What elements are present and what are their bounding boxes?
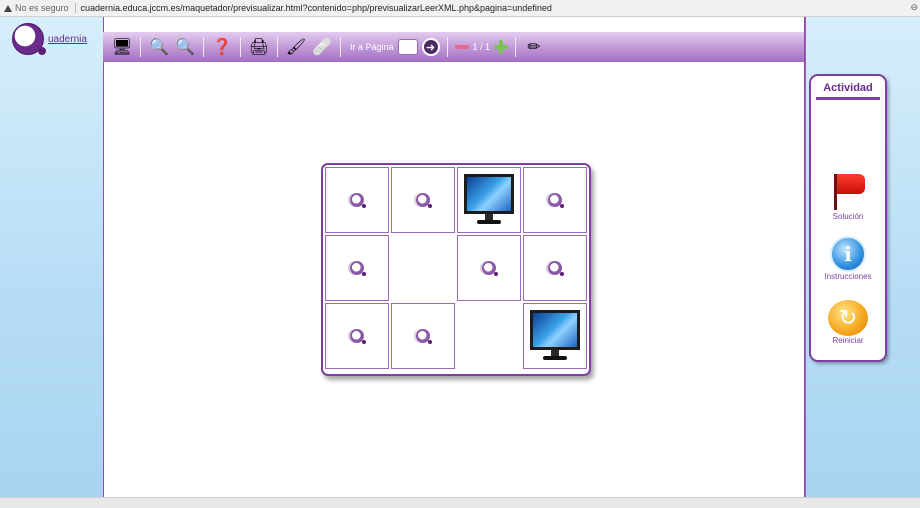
zoom-out-icon[interactable]: 🔍 [174, 36, 196, 58]
solution-label: Solución [832, 212, 864, 221]
edit-icon[interactable]: ✏ [523, 36, 545, 58]
cuadernia-logo-icon [350, 329, 366, 344]
go-arrow-icon[interactable]: ➜ [421, 38, 440, 56]
eraser-icon[interactable]: 🩹 [311, 36, 333, 58]
revealed-card[interactable] [457, 167, 521, 233]
empty-cell [457, 303, 521, 369]
memory-card[interactable] [325, 303, 389, 369]
memory-card[interactable] [457, 235, 521, 301]
activity-title: Actividad [823, 82, 873, 94]
cuadernia-logo-icon [350, 261, 366, 276]
url-text[interactable]: cuadernia.educa.jccm.es/maquetador/previ… [81, 3, 552, 13]
toolbar-separator [140, 37, 141, 57]
page-count: 1 / 1 [472, 42, 491, 52]
restart-button[interactable]: ↻ Reiniciar [811, 300, 885, 345]
memory-board [321, 163, 591, 376]
browser-menu-icon[interactable]: ⊖ [910, 2, 918, 13]
title-underline [816, 97, 880, 100]
warning-icon [4, 4, 12, 12]
left-side-panel [0, 17, 103, 497]
restart-label: Reiniciar [832, 336, 864, 345]
empty-cell [391, 235, 455, 301]
print-icon[interactable]: 🖨 [248, 36, 270, 58]
toolbar-separator [203, 37, 204, 57]
instructions-label: Instrucciones [824, 272, 872, 281]
memory-card[interactable] [391, 303, 455, 369]
cuadernia-logo-icon [548, 261, 564, 276]
memory-card[interactable] [391, 167, 455, 233]
goto-page-label: Ir a Página [350, 42, 394, 52]
reset-arrow-icon: ↻ [828, 300, 868, 336]
page-input[interactable] [397, 39, 418, 55]
toolbar: 🖥 🔍 🔍 ❓ 🖨 🖌 🩹 Ir a Página ➜ 1 / 1 ✏ [103, 32, 804, 62]
logo-text: uadernia [48, 33, 87, 45]
security-indicator[interactable]: No es seguro [4, 3, 76, 13]
help-icon[interactable]: ❓ [211, 36, 233, 58]
horizontal-scrollbar[interactable] [0, 497, 920, 508]
solution-button[interactable]: Solución [811, 172, 885, 221]
card-grid [325, 167, 587, 369]
activity-panel: Actividad Solución i Instrucciones ↻ Rei… [809, 74, 887, 362]
cuadernia-logo-icon [350, 193, 366, 208]
security-label: No es seguro [15, 3, 69, 13]
memory-card[interactable] [523, 167, 587, 233]
monitor-icon[interactable]: 🖥 [111, 36, 133, 58]
instructions-button[interactable]: i Instrucciones [811, 236, 885, 281]
cuadernia-logo[interactable]: uadernia [12, 23, 87, 55]
minus-icon[interactable] [454, 45, 469, 49]
red-flag-icon [828, 172, 868, 212]
toolbar-separator [277, 37, 278, 57]
toolbar-separator [515, 37, 517, 57]
plus-icon[interactable] [494, 40, 509, 54]
cuadernia-logo-icon [482, 261, 498, 276]
cuadernia-logo-icon [416, 193, 432, 208]
brush-icon[interactable]: 🖌 [285, 36, 307, 58]
cuadernia-logo-icon [548, 193, 564, 208]
zoom-in-icon[interactable]: 🔍 [148, 36, 170, 58]
toolbar-separator [446, 37, 448, 57]
logo-c-icon [12, 23, 46, 55]
monitor-image-icon [530, 310, 580, 362]
address-bar[interactable]: No es seguro cuadernia.educa.jccm.es/maq… [0, 0, 920, 17]
memory-card[interactable] [325, 235, 389, 301]
cuadernia-logo-icon [416, 329, 432, 344]
memory-card[interactable] [523, 235, 587, 301]
toolbar-separator [240, 37, 241, 57]
toolbar-separator [340, 37, 341, 57]
revealed-card[interactable] [523, 303, 587, 369]
monitor-image-icon [464, 174, 514, 226]
memory-card[interactable] [325, 167, 389, 233]
info-icon: i [830, 236, 866, 272]
